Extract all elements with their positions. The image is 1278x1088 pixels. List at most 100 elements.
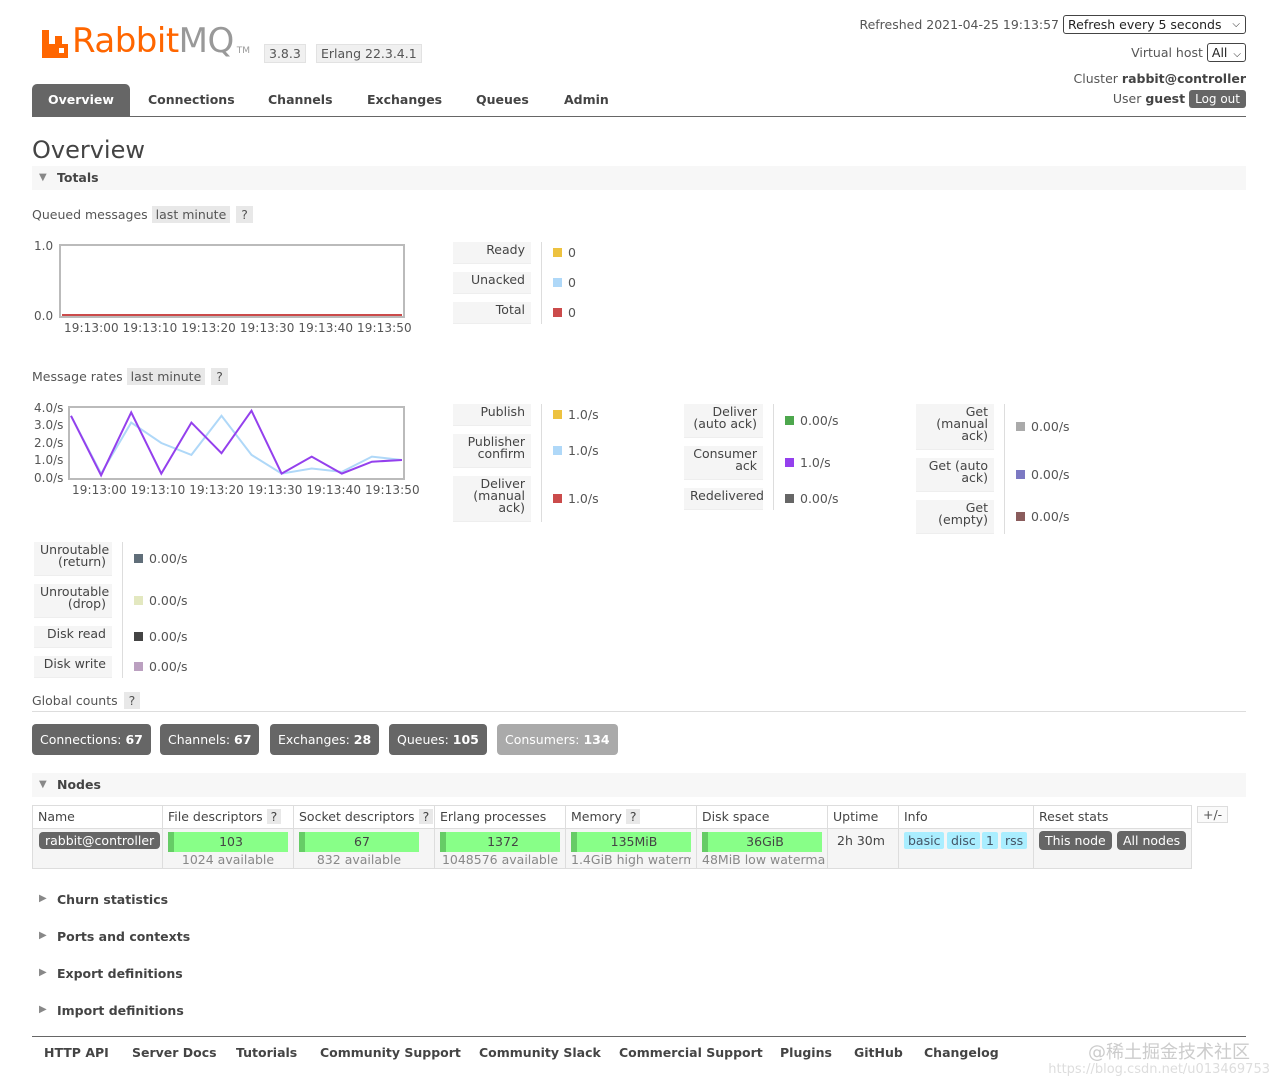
legend-label: Unacked xyxy=(453,272,531,294)
nodes-section-header[interactable]: ▼ Nodes xyxy=(32,773,1246,797)
legend-separator xyxy=(1004,404,1005,534)
legend-label: Unroutable (drop) xyxy=(34,584,112,618)
tab-overview[interactable]: Overview xyxy=(32,84,130,116)
footer-link-github[interactable]: GitHub xyxy=(854,1045,903,1060)
footer-link-tutorials[interactable]: Tutorials xyxy=(236,1045,297,1060)
totals-title: Totals xyxy=(57,170,99,185)
queued-help-button[interactable]: ? xyxy=(236,206,253,223)
bar-value: 36GiB xyxy=(746,834,784,849)
triangle-down-icon: ▼ xyxy=(39,172,47,183)
logo-rabbit: Rabbit xyxy=(72,21,179,61)
legend-label: Deliver (auto ack) xyxy=(684,404,763,438)
import-definitions-section[interactable]: ▶ Import definitions xyxy=(32,1003,184,1018)
footer-link-server-docs[interactable]: Server Docs xyxy=(132,1045,217,1060)
file-descriptors-bar: 103 xyxy=(168,832,288,852)
info-tag-rss[interactable]: rss xyxy=(1001,832,1028,849)
legend-swatch xyxy=(785,494,794,503)
section-title: Churn statistics xyxy=(57,892,169,907)
churn-statistics-section[interactable]: ▶ Churn statistics xyxy=(32,892,168,907)
uptime-value: 2h 30m xyxy=(837,833,885,848)
tab-exchanges[interactable]: Exchanges xyxy=(351,84,458,116)
chevron-down-icon: ⌵ xyxy=(1233,49,1241,60)
info-tag-disc[interactable]: disc xyxy=(947,832,980,849)
footer-link-plugins[interactable]: Plugins xyxy=(780,1045,832,1060)
legend-value-text: 0.00/s xyxy=(800,413,839,428)
tab-admin[interactable]: Admin xyxy=(548,84,625,116)
tab-queues[interactable]: Queues xyxy=(460,84,545,116)
col-uptime: Uptime xyxy=(827,805,899,828)
main-nav: Overview Connections Channels Exchanges … xyxy=(32,84,1246,117)
queued-range-button[interactable]: last minute xyxy=(151,206,231,223)
totals-section-header[interactable]: ▼ Totals xyxy=(32,166,1246,190)
page-title: Overview xyxy=(32,136,145,164)
triangle-right-icon: ▶ xyxy=(39,967,47,978)
legend-label: Publish xyxy=(453,404,531,426)
reset-this-node-button[interactable]: This node xyxy=(1039,831,1112,850)
logo-mq: MQ xyxy=(178,21,235,61)
legend-value-text: 0 xyxy=(568,245,576,260)
legend-value: 0.00/s xyxy=(1016,509,1070,524)
rates-help-button[interactable]: ? xyxy=(211,368,228,385)
legend-separator xyxy=(541,242,542,324)
legend-value-text: 0 xyxy=(568,275,576,290)
channels-count-button[interactable]: Channels: 67 xyxy=(160,724,260,755)
legend-value-text: 0.00/s xyxy=(800,491,839,506)
col-memory: Memory? xyxy=(565,805,697,828)
queues-count-button[interactable]: Queues: 105 xyxy=(389,724,487,755)
cell-divider xyxy=(293,828,294,869)
col-label: Info xyxy=(904,809,928,824)
col-erlang-processes: Erlang processes xyxy=(434,805,566,828)
col-socket-descriptors: Socket descriptors? xyxy=(293,805,435,828)
help-button[interactable]: ? xyxy=(418,809,434,824)
rates-range-button[interactable]: last minute xyxy=(126,368,206,385)
legend-swatch xyxy=(785,458,794,467)
info-tag-count[interactable]: 1 xyxy=(982,832,998,849)
count-label: Queues: xyxy=(397,732,449,747)
global-counts-help-button[interactable]: ? xyxy=(123,692,141,709)
count-value: 67 xyxy=(234,732,252,747)
erlang-version-badge: Erlang 22.3.4.1 xyxy=(316,44,422,63)
footer-link-community-support[interactable]: Community Support xyxy=(320,1045,461,1060)
count-label: Exchanges: xyxy=(278,732,350,747)
exchanges-count-button[interactable]: Exchanges: 28 xyxy=(270,724,380,755)
help-button[interactable]: ? xyxy=(625,809,641,824)
help-button[interactable]: ? xyxy=(266,809,282,824)
connections-count-button[interactable]: Connections: 67 xyxy=(32,724,151,755)
series-line-publisher-confirm xyxy=(70,414,403,476)
tab-channels[interactable]: Channels xyxy=(252,84,349,116)
memory-bar: 135MiB xyxy=(571,832,691,852)
footer-link-commercial-support[interactable]: Commercial Support xyxy=(619,1045,763,1060)
count-label: Connections: xyxy=(40,732,122,747)
legend-value-text: 1.0/s xyxy=(800,455,831,470)
col-info: Info xyxy=(898,805,1034,828)
disk-watermark: 48MiB low watermark xyxy=(702,852,826,867)
col-name: Name xyxy=(32,805,163,828)
nodes-title: Nodes xyxy=(57,777,101,792)
footer-link-changelog[interactable]: Changelog xyxy=(924,1045,999,1060)
vhost-label: Virtual host xyxy=(1131,45,1203,60)
column-toggle-button[interactable]: +/- xyxy=(1197,806,1229,823)
legend-swatch xyxy=(553,410,562,419)
global-counts-label-row: Global counts? xyxy=(32,692,141,709)
legend-value-text: 1.0/s xyxy=(568,491,599,506)
triangle-right-icon: ▶ xyxy=(39,893,47,904)
legend-swatch xyxy=(1016,422,1025,431)
legend-label: Ready xyxy=(453,242,531,264)
legend-value: 1.0/s xyxy=(553,491,599,506)
refresh-interval-select[interactable]: Refresh every 5 seconds ⌵ xyxy=(1063,15,1246,34)
export-definitions-section[interactable]: ▶ Export definitions xyxy=(32,966,183,981)
node-name-link[interactable]: rabbit@controller xyxy=(39,832,161,849)
cell-divider xyxy=(162,828,163,869)
legend-label: Disk write xyxy=(34,656,112,678)
footer-link-http-api[interactable]: HTTP API xyxy=(44,1045,109,1060)
ports-contexts-section[interactable]: ▶ Ports and contexts xyxy=(32,929,190,944)
info-tag-basic[interactable]: basic xyxy=(904,832,945,849)
bar-value: 135MiB xyxy=(610,834,658,849)
tab-connections[interactable]: Connections xyxy=(132,84,251,116)
legend-value: 1.0/s xyxy=(785,455,831,470)
reset-all-nodes-button[interactable]: All nodes xyxy=(1117,831,1187,850)
vhost-select[interactable]: All ⌵ xyxy=(1206,43,1246,62)
consumers-count-button[interactable]: Consumers: 134 xyxy=(497,724,618,755)
footer-link-community-slack[interactable]: Community Slack xyxy=(479,1045,601,1060)
legend-label: Get (manual ack) xyxy=(916,404,994,450)
